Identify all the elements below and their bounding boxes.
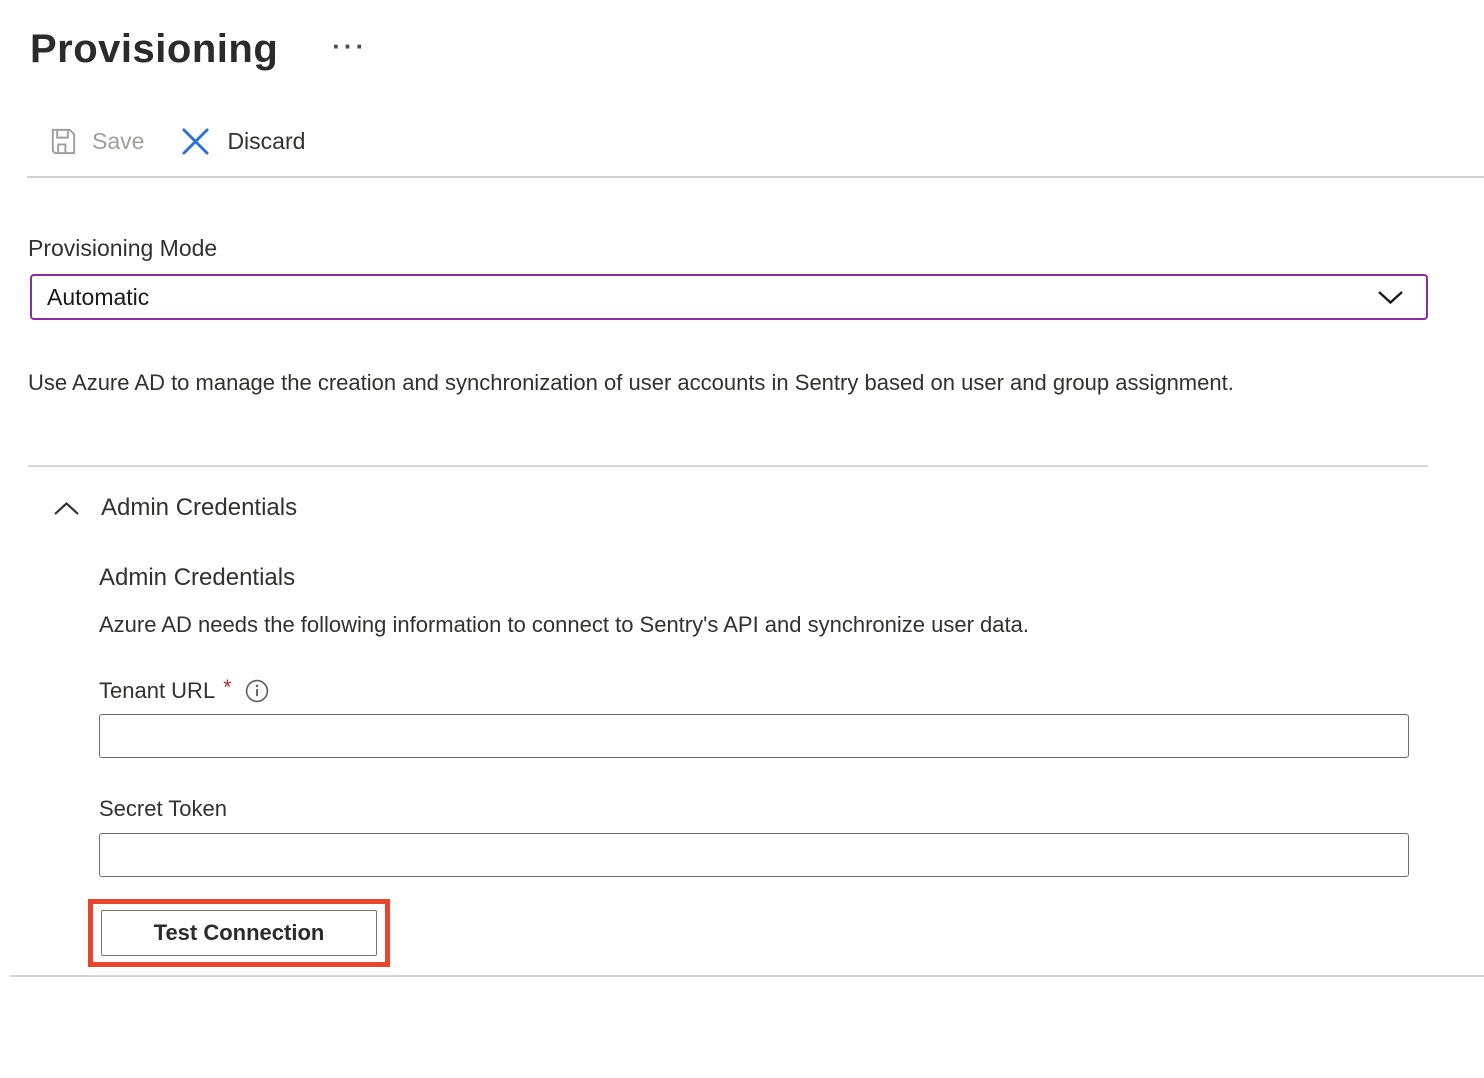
provisioning-mode-label: Provisioning Mode [28, 234, 1484, 262]
provisioning-description: Use Azure AD to manage the creation and … [28, 362, 1328, 403]
toolbar-divider [27, 176, 1484, 178]
secret-token-label: Secret Token [99, 796, 227, 822]
save-icon [47, 126, 78, 157]
section-divider [28, 465, 1428, 467]
provisioning-mode-dropdown[interactable]: Automatic [30, 274, 1428, 320]
required-asterisk: * [223, 676, 231, 700]
command-bar: Save Discard [0, 118, 1484, 164]
page-header: Provisioning ··· [0, 0, 1484, 52]
admin-credentials-subtitle: Admin Credentials [99, 563, 1484, 592]
discard-button[interactable]: Discard [180, 126, 305, 157]
secret-token-label-row: Secret Token [99, 795, 1484, 823]
chevron-up-icon [53, 500, 80, 517]
admin-credentials-description: Azure AD needs the following information… [99, 611, 1484, 638]
more-menu-icon[interactable]: ··· [332, 26, 367, 66]
secret-token-input[interactable] [99, 833, 1409, 877]
save-button[interactable]: Save [47, 126, 144, 157]
discard-button-label: Discard [227, 128, 305, 155]
info-circle-icon[interactable] [245, 679, 269, 703]
tenant-url-label: Tenant URL [99, 678, 215, 704]
tenant-url-label-row: Tenant URL * [99, 677, 1484, 705]
provisioning-mode-value: Automatic [47, 284, 149, 311]
page-title: Provisioning [30, 24, 278, 74]
tenant-url-input[interactable] [99, 714, 1409, 758]
test-connection-button[interactable]: Test Connection [101, 910, 377, 956]
admin-credentials-body: Admin Credentials Azure AD needs the fol… [0, 563, 1484, 967]
discard-x-icon [180, 126, 211, 157]
provisioning-page: Provisioning ··· Save Discard Pro [0, 0, 1484, 1078]
red-annotation-highlight: Test Connection [88, 899, 390, 967]
admin-credentials-section-toggle[interactable]: Admin Credentials [0, 491, 1484, 525]
chevron-down-icon [1377, 290, 1404, 305]
bottom-divider [10, 975, 1484, 977]
save-button-label: Save [92, 128, 144, 155]
admin-credentials-section-title: Admin Credentials [101, 494, 297, 522]
